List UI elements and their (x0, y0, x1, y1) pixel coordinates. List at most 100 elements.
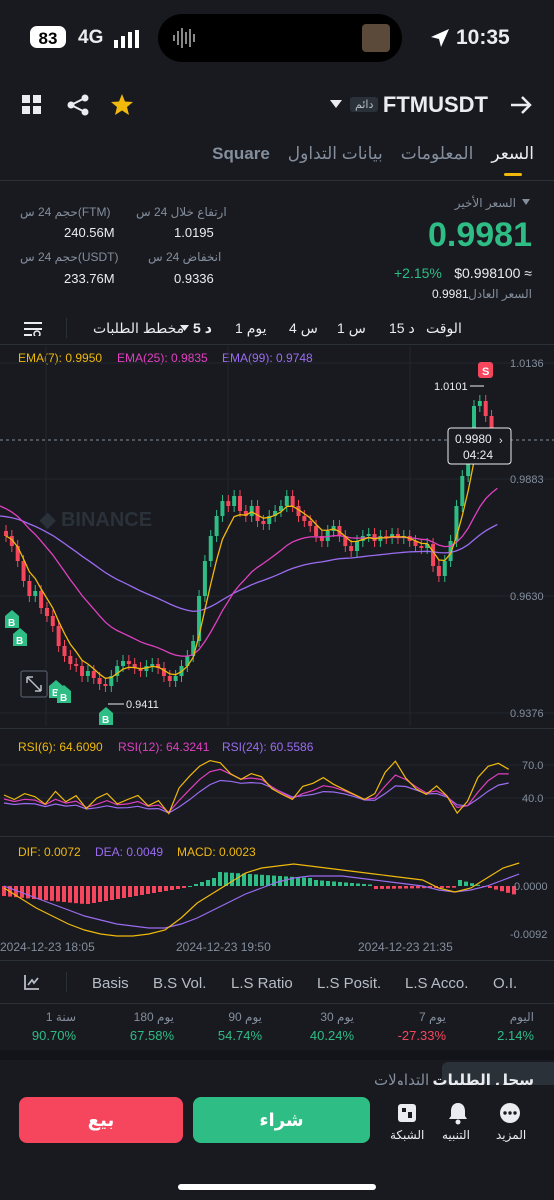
grid-label[interactable]: الشبكة (390, 1128, 424, 1142)
candle-body (314, 526, 319, 536)
candle-body (261, 521, 266, 524)
low-24h-label: انخفاض 24 س (148, 250, 222, 264)
tf-divider-line (0, 344, 554, 345)
more-icon[interactable] (499, 1102, 521, 1124)
candle-body (68, 656, 73, 664)
candle-body (436, 566, 441, 576)
sell-button[interactable]: بيع (19, 1097, 183, 1143)
buy-button[interactable]: شراء (193, 1097, 370, 1143)
macd-bar (206, 880, 210, 886)
candlestick-chart[interactable]: ◆ BINANCE 1.0136 0.9883 0.9630 0.9376 1.… (0, 346, 554, 726)
macd-bar (392, 886, 396, 889)
date-label-2: 2024-12-23 19:50 (176, 940, 271, 954)
perf-label: 30 يوم (320, 1010, 354, 1024)
chevron-right-icon: › (499, 435, 503, 447)
macd-bar (122, 886, 126, 898)
tf-1h[interactable]: 1 س (337, 320, 366, 337)
macd-bar (332, 881, 336, 886)
macd-bar (140, 886, 144, 895)
indicator-chart-icon[interactable] (24, 974, 40, 990)
buy-marker-label: B (60, 693, 67, 704)
grid-menu-icon[interactable] (22, 95, 42, 115)
tf-5m[interactable]: 5 د (193, 320, 212, 337)
network-label: 4G (78, 27, 104, 48)
macd-bar (260, 874, 264, 886)
macd-bar (188, 886, 192, 887)
rsi24-legend: RSI(24): 60.5586 (222, 740, 314, 754)
alerts-label[interactable]: التنبيه (442, 1128, 470, 1142)
macd-bar (368, 884, 372, 886)
favorite-star-icon[interactable] (110, 93, 134, 116)
rsi6-legend: RSI(6): 64.6090 (18, 740, 103, 754)
symbol-title[interactable]: FTMUSDT (383, 92, 488, 118)
candle-body (366, 534, 371, 536)
tab-price[interactable]: السعر (491, 144, 534, 176)
macd-bar (74, 886, 78, 904)
macd-bar (398, 886, 402, 889)
tabs-divider (0, 180, 554, 181)
macd-bar (86, 886, 90, 904)
macd-bar (404, 886, 408, 889)
macd-bar (92, 886, 96, 903)
macd-bar (176, 886, 180, 889)
rsi-40-label: 40.0 (522, 793, 543, 805)
perf-value: 67.58% (129, 1028, 174, 1043)
chevron-down-icon[interactable] (330, 100, 342, 108)
perpetual-badge: دائم (350, 97, 379, 112)
tf-time[interactable]: الوقت (426, 320, 462, 337)
rsi-divider (0, 728, 554, 729)
depth-chart-tab[interactable]: مخطط الطلبات (93, 320, 184, 337)
tf-1d[interactable]: 1 يوم (235, 320, 266, 337)
perf-value: 2.14% (497, 1028, 534, 1043)
candle-body (44, 608, 49, 616)
tab-trading-data[interactable]: بيانات التداول (288, 144, 383, 164)
more-label[interactable]: المزيد (496, 1128, 526, 1142)
arrow-right-icon[interactable] (510, 95, 532, 115)
axis-price-3: 0.9630 (510, 591, 544, 603)
perf-label: 180 يوم (133, 1010, 174, 1024)
ind-basis[interactable]: Basis (92, 975, 129, 992)
fair-price: 0.9981 (432, 287, 469, 301)
ind-bs-vol[interactable]: B.S Vol. (153, 975, 206, 992)
usd-price: $0.998100 ≈ (454, 265, 532, 281)
bell-icon[interactable] (447, 1101, 469, 1125)
candle-body (85, 671, 90, 676)
tf-15m[interactable]: 15 د (389, 320, 415, 337)
macd-bar (470, 883, 474, 886)
macd-bar (26, 886, 30, 899)
macd-bar (62, 886, 66, 902)
performance-row: اليوم 2.14% 7 يوم -27.33% 30 يوم 40.24% 90 يوم… (0, 1010, 554, 1050)
perf-divider (0, 1003, 554, 1004)
chevron-down-icon[interactable] (180, 325, 189, 331)
ind-ls-ratio[interactable]: L.S Ratio (231, 975, 293, 992)
candle-body (173, 676, 178, 681)
settings-sliders-icon[interactable] (24, 320, 42, 336)
ind-ls-posit[interactable]: L.S Posit. (317, 975, 381, 992)
candle-body (126, 661, 131, 664)
macd-bar (218, 872, 222, 886)
buy-marker-label: B (8, 618, 15, 629)
macd-bar (350, 883, 354, 886)
battery-indicator: 83 (30, 26, 66, 48)
macd-bar (344, 882, 348, 886)
macd-bar (38, 886, 42, 900)
candle-body (4, 531, 8, 536)
date-label-3: 2024-12-23 21:35 (358, 940, 453, 954)
grid-bot-icon[interactable] (396, 1102, 418, 1124)
share-icon[interactable] (66, 94, 90, 116)
ind-ls-acco[interactable]: L.S Acco. (405, 975, 468, 992)
ind-oi[interactable]: O.I. (493, 975, 517, 992)
expand-icon[interactable] (20, 670, 48, 698)
macd-bar (254, 874, 258, 886)
macd-bar (200, 882, 204, 886)
tab-info[interactable]: المعلومات (401, 144, 474, 164)
tab-square[interactable]: Square (212, 144, 270, 164)
macd-bar (416, 886, 420, 889)
candle-body (103, 684, 108, 686)
macd-bar (488, 886, 492, 888)
low-marker-label: 0.9411 (126, 699, 159, 711)
macd-bar (164, 886, 168, 891)
macd-legend: MACD: 0.0023 (177, 845, 256, 859)
macd-bar (116, 886, 120, 899)
tf-4h[interactable]: 4 س (289, 320, 318, 337)
